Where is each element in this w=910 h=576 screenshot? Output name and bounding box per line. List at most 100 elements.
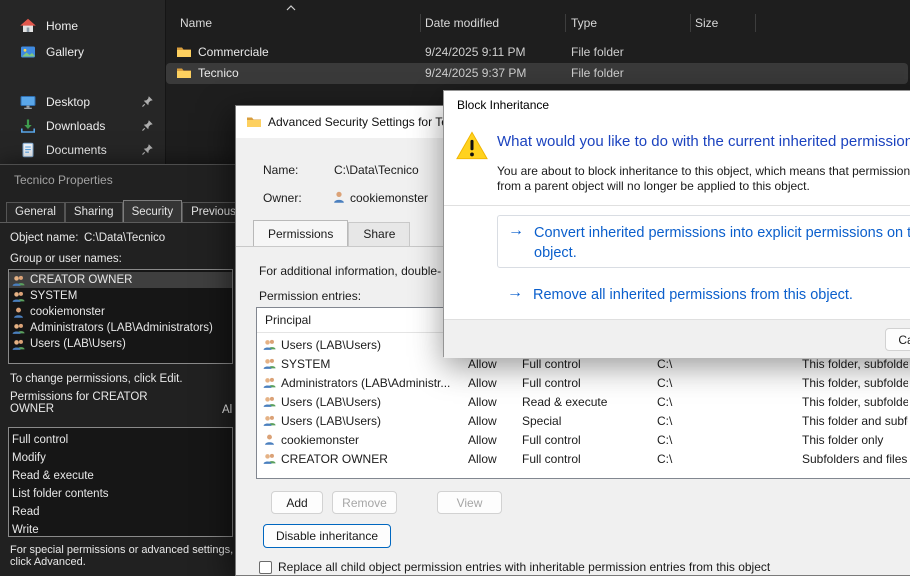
permissions-list: Full control Modify Read & execute List … [8,427,233,537]
file-list-header: Name Date modified Type Size [166,12,910,35]
cell-applies-to: This folder, subfolde... [802,376,908,390]
cell-type: Allow [468,452,497,466]
tab-share[interactable]: Share [348,222,410,246]
documents-icon [20,142,36,158]
column-header-name[interactable]: Name [180,16,212,30]
view-button[interactable]: View [437,491,502,514]
screenshot-stage: Home Gallery Desktop Downloads Documents [0,0,910,576]
tab-sharing[interactable]: Sharing [65,202,123,222]
cell-access: Read & execute [522,395,607,409]
cell-type: Allow [468,433,497,447]
table-row[interactable]: CREATOR OWNER Allow Full control C:\ Sub… [257,449,910,468]
group-icon [12,274,25,287]
cell-applies-to: This folder, subfolde... [802,395,908,409]
cell-principal: CREATOR OWNER [281,452,465,466]
sidebar-item-documents[interactable]: Documents [0,138,166,162]
dialog-footer: Cancel [444,319,910,358]
pin-icon [141,95,154,108]
column-separator[interactable] [755,14,756,32]
column-header-type[interactable]: Type [571,16,597,30]
replace-permissions-checkbox[interactable] [259,561,272,574]
column-separator[interactable] [420,14,421,32]
table-row[interactable]: cookiemonster Allow Full control C:\ Thi… [257,430,910,449]
command-link-convert-permissions[interactable]: → Convert inherited permissions into exp… [497,215,910,268]
gallery-icon [20,44,36,60]
column-header-size[interactable]: Size [695,16,718,30]
table-row[interactable]: Users (LAB\Users) Allow Read & execute C… [257,392,910,411]
list-item-administrators[interactable]: Administrators (LAB\Administrators) [9,320,232,336]
column-separator[interactable] [690,14,691,32]
file-row-tecnico-selected[interactable]: Tecnico 9/24/2025 9:37 PM File folder [166,63,908,84]
principal-name: Administrators (LAB\Administrators) [30,322,213,334]
permission-item[interactable]: List folder contents [9,485,232,503]
tab-permissions[interactable]: Permissions [253,220,348,246]
sidebar-item-gallery[interactable]: Gallery [0,40,166,64]
replace-permissions-checkbox-label: Replace all child object permission entr… [278,560,770,574]
cell-type: Allow [468,357,497,371]
permission-label: Read [12,506,40,518]
command-link-label: Remove all inherited permissions from th… [533,285,853,305]
cell-access: Full control [522,433,581,447]
group-icon [263,414,276,427]
group-icon [12,290,25,303]
permission-item[interactable]: Write [9,521,232,537]
cell-access: Special [522,414,561,428]
cell-access: Full control [522,452,581,466]
cell-applies-to: This folder and subfo... [802,414,908,428]
principal-name: SYSTEM [30,290,77,302]
divider [444,205,910,206]
user-icon [332,190,346,204]
sidebar-item-label: Home [46,19,78,33]
cell-inherited-from: C:\ [657,433,672,447]
principal-name: cookiemonster [30,306,105,318]
desktop-icon [20,94,36,110]
disable-inheritance-button[interactable]: Disable inheritance [263,524,391,548]
dialog-body-text: You are about to block inheritance to th… [497,164,910,194]
file-type: File folder [571,66,624,80]
list-item-creator-owner[interactable]: CREATOR OWNER [9,272,232,288]
table-row[interactable]: Administrators (LAB\Administr... Allow F… [257,373,910,392]
sort-ascending-icon [286,5,296,11]
permission-item[interactable]: Read [9,503,232,521]
column-separator[interactable] [565,14,566,32]
warning-icon [456,131,488,160]
group-icon [12,338,25,351]
name-value: C:\Data\Tecnico [334,163,419,177]
sidebar-item-home[interactable]: Home [0,14,166,38]
owner-value: cookiemonster [350,191,428,205]
file-row-commerciale[interactable]: Commerciale 9/24/2025 9:11 PM File folde… [166,42,908,63]
group-icon [263,338,276,351]
tab-security[interactable]: Security [123,200,183,222]
list-item-cookiemonster[interactable]: cookiemonster [9,304,232,320]
properties-dialog: Tecnico Properties General Sharing Secur… [0,164,242,576]
sidebar-item-downloads[interactable]: Downloads [0,114,166,138]
permission-entries-label: Permission entries: [259,289,361,303]
permission-item[interactable]: Read & execute [9,467,232,485]
tab-general[interactable]: General [6,202,65,222]
list-item-system[interactable]: SYSTEM [9,288,232,304]
column-header-date-modified[interactable]: Date modified [425,16,499,30]
table-row[interactable]: Users (LAB\Users) Allow Special C:\ This… [257,411,910,430]
cell-principal: SYSTEM [281,357,465,371]
column-header-principal[interactable]: Principal [265,313,311,327]
cancel-button[interactable]: Cancel [885,328,910,351]
cell-inherited-from: C:\ [657,395,672,409]
add-button[interactable]: Add [271,491,323,514]
sidebar-item-label: Downloads [46,119,105,133]
home-icon [20,18,36,34]
pin-icon [141,143,154,156]
permission-item[interactable]: Full control [9,431,232,449]
tab-previous-versions[interactable]: Previous Version [182,202,242,222]
group-icon [12,322,25,335]
permission-item[interactable]: Modify [9,449,232,467]
cell-principal: Users (LAB\Users) [281,414,465,428]
sidebar-item-desktop[interactable]: Desktop [0,90,166,114]
cell-principal: Users (LAB\Users) [281,395,465,409]
permission-label: Write [12,524,39,536]
cell-applies-to: This folder, subfolde... [802,357,908,371]
file-name: Commerciale [198,45,269,59]
cell-principal: cookiemonster [281,433,465,447]
remove-button[interactable]: Remove [332,491,397,514]
list-item-users[interactable]: Users (LAB\Users) [9,336,232,352]
command-arrow-icon: → [507,284,523,302]
